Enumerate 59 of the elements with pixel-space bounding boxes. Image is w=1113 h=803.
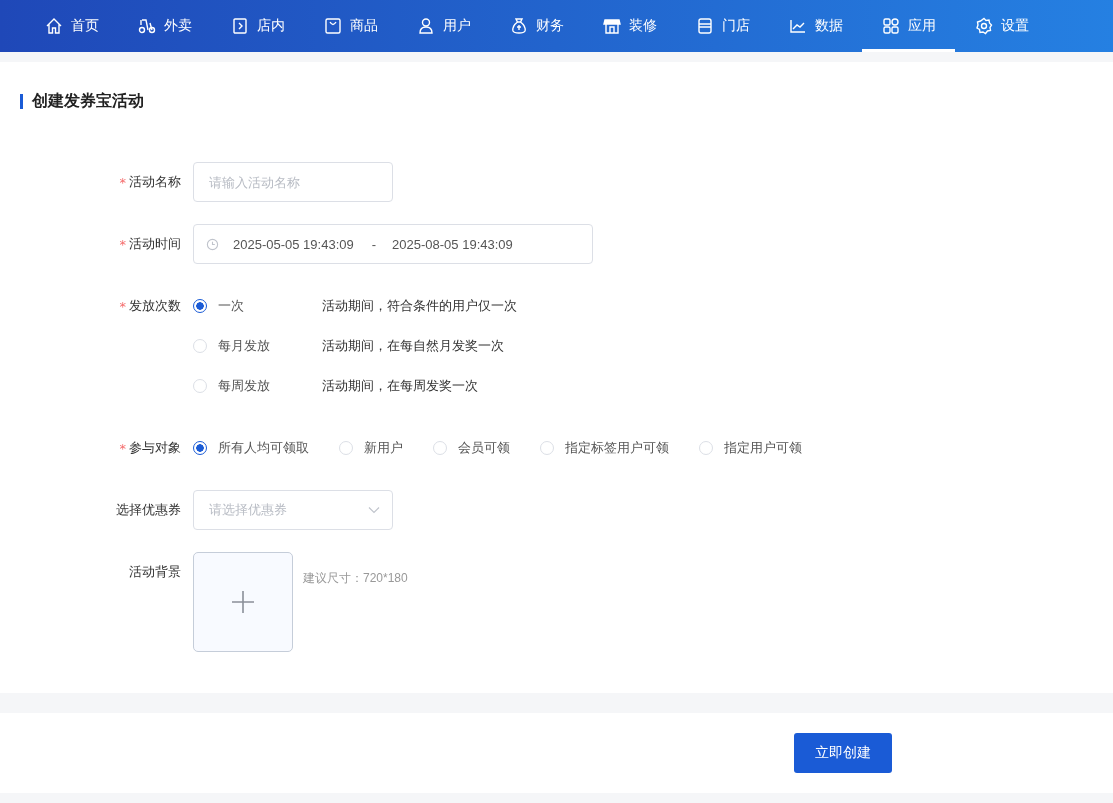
field-label: 参与对象 xyxy=(129,439,181,457)
plus-icon xyxy=(232,591,254,613)
nav-tab[interactable]: 门店 xyxy=(676,0,769,52)
date-range-field[interactable]: 2025-05-05 19:43:09 - 2025-08-05 19:43:09 xyxy=(193,224,593,264)
image-upload-button[interactable] xyxy=(193,552,293,652)
radio-label[interactable]: 每周发放 xyxy=(218,377,322,395)
required-mark: * xyxy=(119,440,126,456)
option-description: 活动期间，符合条件的用户仅一次 xyxy=(322,297,517,315)
bag-icon xyxy=(323,17,342,35)
radio-label[interactable]: 指定标签用户可领 xyxy=(565,439,669,457)
nav-tab[interactable]: 应用 xyxy=(862,0,955,52)
create-button[interactable]: 立即创建 xyxy=(794,733,892,773)
radio-label[interactable]: 所有人均可领取 xyxy=(218,439,309,457)
field-label: 发放次数 xyxy=(129,297,181,315)
nav-tab[interactable]: 店内 xyxy=(211,0,304,52)
page-title: 创建发券宝活动 xyxy=(32,90,144,112)
money-bag-icon xyxy=(509,17,528,35)
storefront-icon xyxy=(602,17,621,35)
nav-tab[interactable]: 设置 xyxy=(955,0,1048,52)
settings-icon xyxy=(974,17,993,35)
select-placeholder: 请选择优惠券 xyxy=(209,501,287,519)
required-mark: * xyxy=(119,236,126,252)
home-icon xyxy=(44,17,63,35)
nav-tab[interactable]: 用户 xyxy=(397,0,490,52)
radio-button[interactable] xyxy=(193,441,207,455)
nav-tab[interactable]: 数据 xyxy=(769,0,862,52)
option-description: 活动期间，在每周发奖一次 xyxy=(322,377,478,395)
range-separator: - xyxy=(371,236,377,252)
required-mark: * xyxy=(119,174,126,190)
required-mark: * xyxy=(119,298,126,314)
option-description: 活动期间，在每自然月发奖一次 xyxy=(322,337,504,355)
accent-bar xyxy=(20,93,23,109)
radio-label[interactable]: 每月发放 xyxy=(218,337,322,355)
name-input-field[interactable]: 请输入活动名称 xyxy=(193,162,393,202)
nav-tab[interactable]: 装修 xyxy=(583,0,676,52)
field-label: 活动时间 xyxy=(129,235,181,253)
radio-label[interactable]: 新用户 xyxy=(364,439,403,457)
nav-tab[interactable]: 财务 xyxy=(490,0,583,52)
shop-icon xyxy=(695,17,714,35)
field-label: 活动名称 xyxy=(129,173,181,191)
clock-icon xyxy=(206,237,219,251)
chart-icon xyxy=(788,17,807,35)
radio-label[interactable]: 会员可领 xyxy=(458,439,510,457)
field-label: 选择优惠券 xyxy=(116,501,181,519)
nav-tab[interactable]: 商品 xyxy=(304,0,397,52)
chevron-down-icon xyxy=(368,506,380,514)
size-hint: 建议尺寸：720*180 xyxy=(303,570,408,587)
radio-label[interactable]: 指定用户可领 xyxy=(724,439,802,457)
apps-icon xyxy=(881,17,900,35)
scooter-icon xyxy=(137,17,156,35)
end-date: 2025-08-05 19:43:09 xyxy=(392,236,513,252)
user-icon xyxy=(416,17,435,35)
door-icon xyxy=(230,17,249,35)
start-date: 2025-05-05 19:43:09 xyxy=(233,236,354,252)
nav-tab[interactable]: 外卖 xyxy=(118,0,211,52)
radio-label[interactable]: 一次 xyxy=(218,297,322,315)
radio-button[interactable] xyxy=(193,299,207,313)
field-label: 活动背景 xyxy=(129,563,181,581)
nav-tab[interactable]: 首页 xyxy=(25,0,118,52)
